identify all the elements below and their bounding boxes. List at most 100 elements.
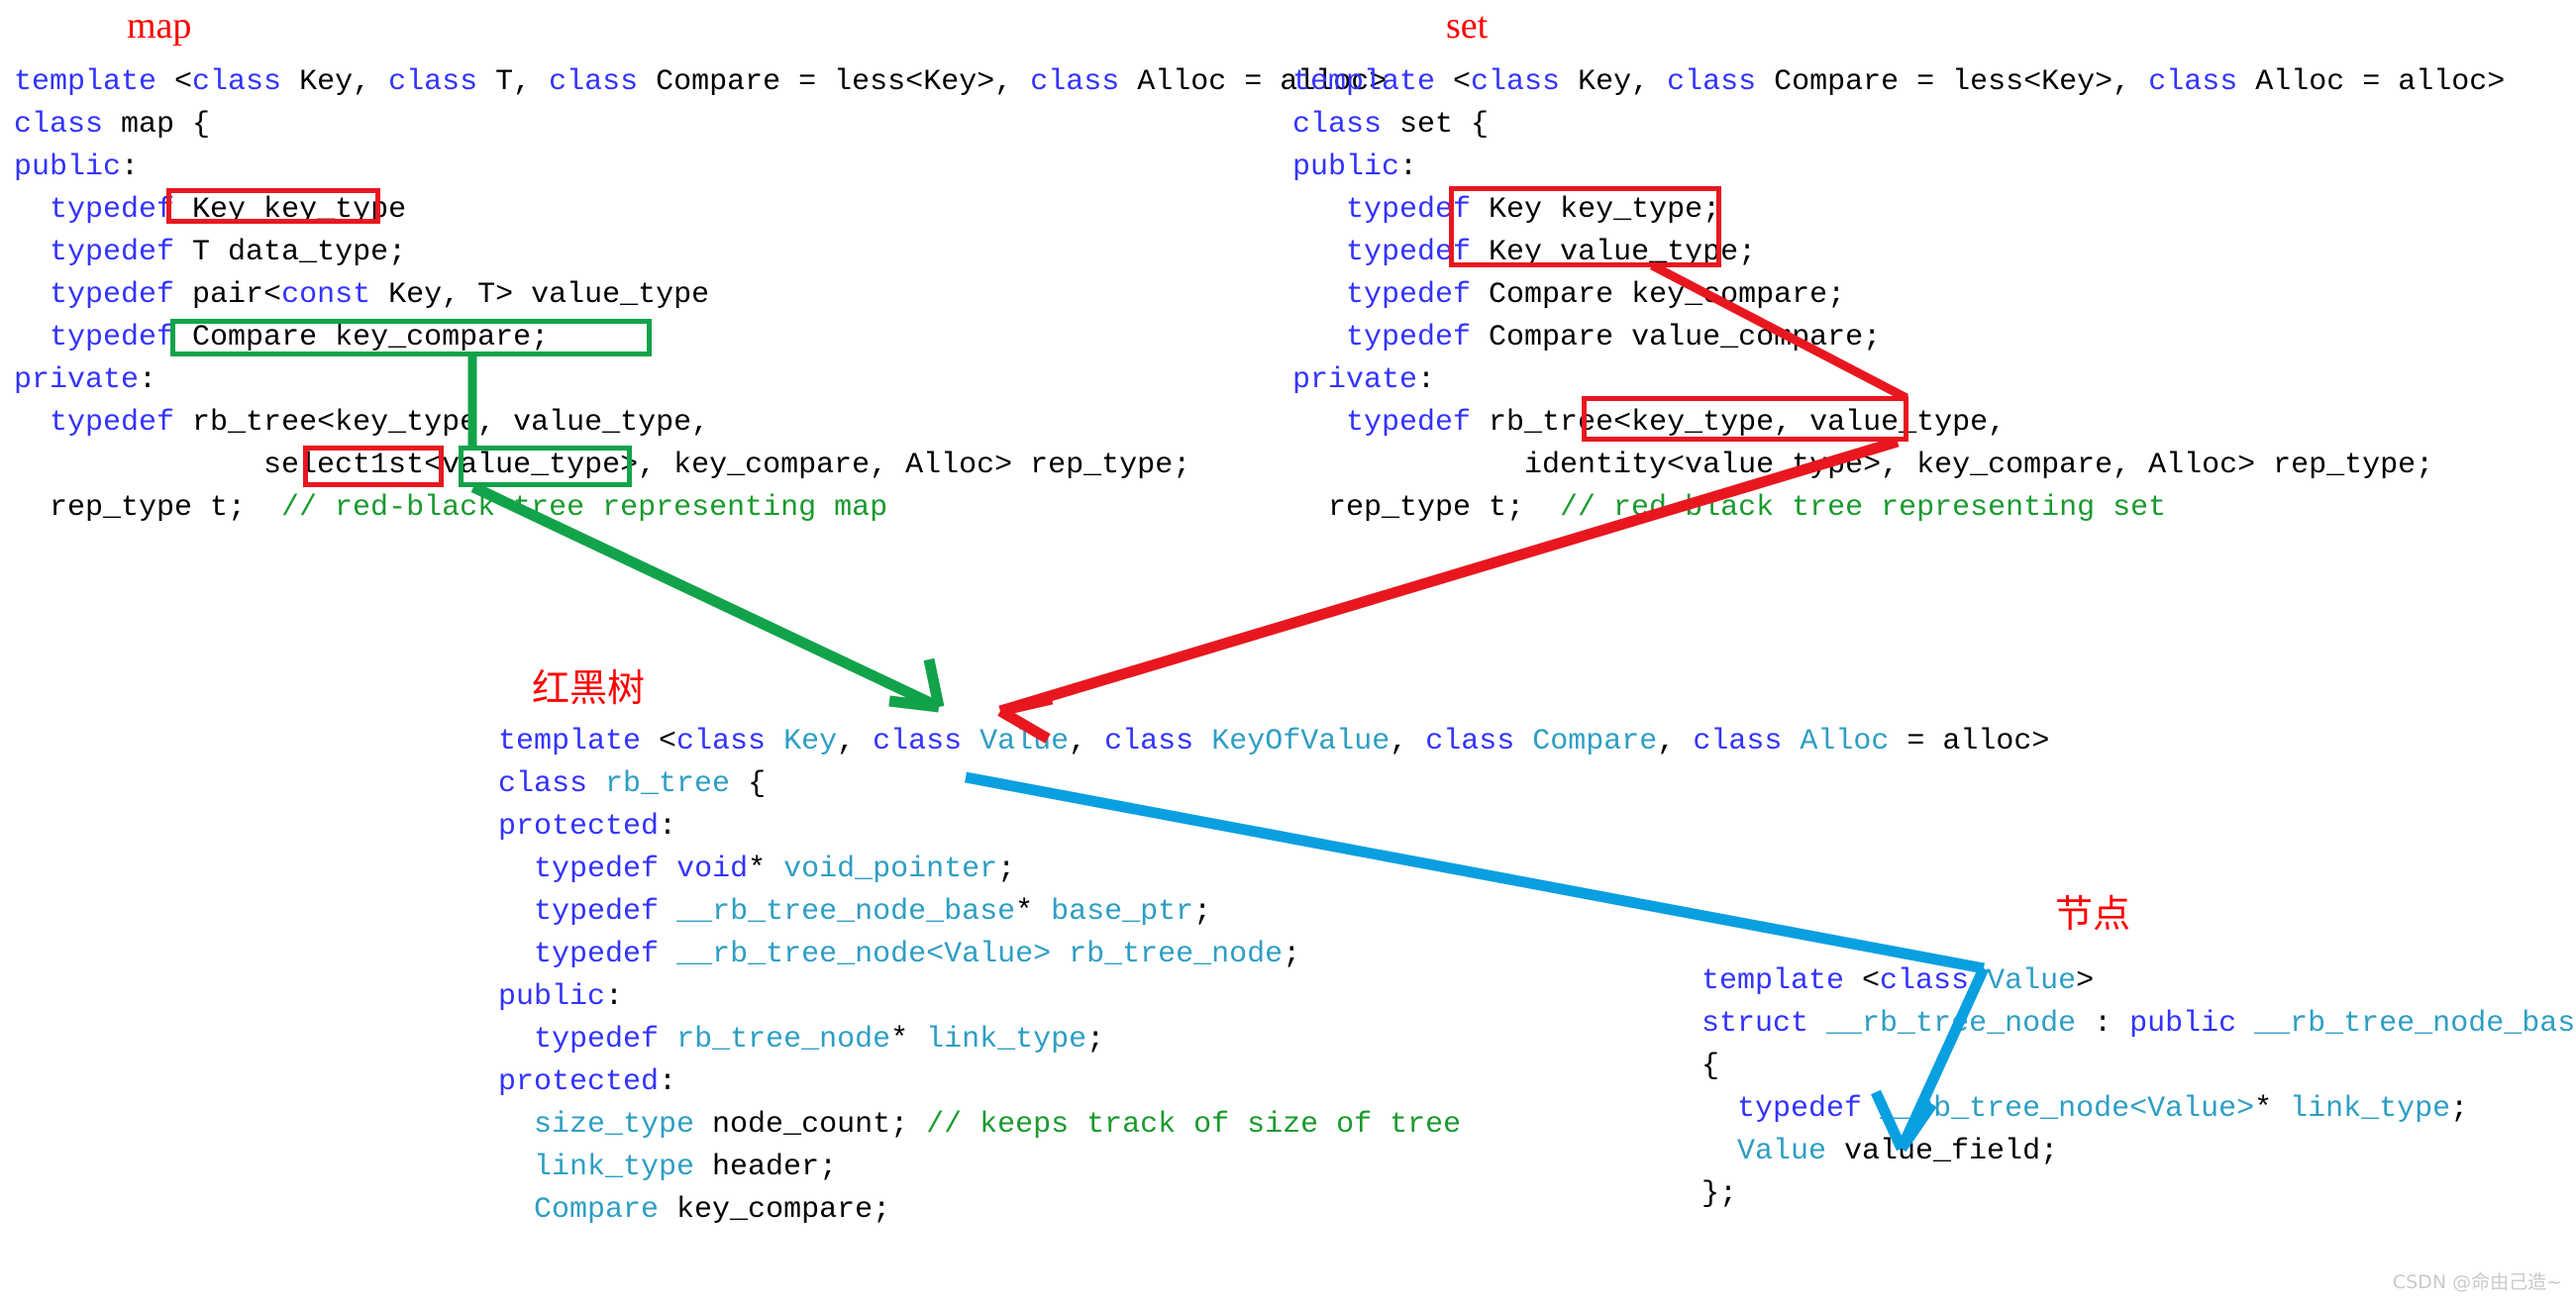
- code-token: Key: [783, 725, 838, 758]
- code-line: template <class Key, class Value, class …: [498, 721, 2049, 763]
- code-line: template <class Key, class T, class Comp…: [14, 61, 1387, 104]
- code-token: typedef: [534, 853, 660, 886]
- code-token: KeyOfValue: [1211, 725, 1391, 758]
- code-token: public: [14, 151, 122, 184]
- code-token: *: [1015, 895, 1052, 929]
- code-token: value_field;: [1826, 1135, 2059, 1168]
- code-token: // keeps track of size of tree: [926, 1108, 1462, 1142]
- code-token: const: [281, 278, 371, 312]
- code-token: :: [659, 810, 677, 844]
- code-token: Compare: [1532, 725, 1658, 758]
- code-token: Compare = less<Key>,: [638, 65, 1031, 99]
- code-line: public:: [1292, 147, 2505, 189]
- code-token: Compare value_compare;: [1471, 321, 1882, 354]
- code-token: __rb_tree_node_base: [676, 895, 1016, 929]
- code-token: Key,: [1560, 65, 1668, 99]
- code-token: ,: [837, 725, 874, 758]
- code-token: <: [174, 65, 193, 99]
- code-line: struct __rb_tree_node : public __rb_tree…: [1701, 1003, 2576, 1046]
- code-token: typedef: [50, 321, 175, 354]
- code-line: class set {: [1292, 104, 2505, 147]
- code-line: protected:: [498, 806, 2049, 849]
- code-token: struct: [1701, 1007, 1809, 1041]
- code-token: public: [2129, 1007, 2237, 1041]
- code-line: public:: [14, 147, 1387, 189]
- code-token: base_ptr: [1051, 895, 1194, 929]
- code-token: {: [1701, 1050, 1720, 1083]
- code-token: class: [873, 725, 963, 758]
- code-line: typedef rb_tree<key_type, value_type,: [14, 402, 1387, 445]
- code-line: typedef Compare key_compare;: [1292, 274, 2505, 317]
- code-token: class: [549, 65, 639, 99]
- code-token: private: [14, 363, 140, 397]
- code-token: pair<: [174, 278, 282, 312]
- code-token: :: [139, 363, 157, 397]
- code-token: rep_type t;: [1292, 491, 1561, 525]
- code-token: private: [1292, 363, 1418, 397]
- code-token: public: [498, 980, 606, 1014]
- code-line: rep_type t; // red-black tree representi…: [1292, 487, 2505, 530]
- code-token: rb_tree<key_type, value_type,: [174, 406, 710, 440]
- diagram-canvas: map set 红黑树 节点 template <class Key, clas…: [0, 0, 2576, 1308]
- code-token: ;: [1193, 895, 1212, 929]
- code-token: ;: [2450, 1092, 2469, 1126]
- code-token: ;: [1283, 938, 1301, 971]
- code-token: {: [730, 767, 767, 801]
- code-token: template: [1292, 65, 1454, 99]
- set-rbtree-types-box: [1582, 396, 1908, 442]
- code-token: typedef: [534, 1023, 660, 1056]
- code-token: typedef: [1346, 321, 1472, 354]
- code-line: };: [1701, 1173, 2576, 1216]
- code-token: class: [1425, 725, 1515, 758]
- code-line: private:: [14, 359, 1387, 402]
- code-token: Value: [1737, 1135, 1827, 1168]
- code-line: template <class Value>: [1701, 960, 2576, 1003]
- code-line: {: [1701, 1046, 2576, 1088]
- code-line: typedef __rb_tree_node_base* base_ptr;: [498, 891, 2049, 934]
- code-token: link_type: [2290, 1092, 2451, 1126]
- code-token: *: [890, 1023, 927, 1056]
- code-token: T data_type;: [174, 236, 407, 269]
- set-code-block: template <class Key, class Compare = les…: [1292, 61, 2505, 530]
- code-token: :: [1399, 151, 1418, 184]
- code-token: __rb_tree_node<Value>: [1880, 1092, 2255, 1126]
- code-line: class rb_tree {: [498, 763, 2049, 806]
- code-token: node_count;: [694, 1108, 927, 1142]
- code-token: = alloc>: [1889, 725, 2050, 758]
- code-token: class: [192, 65, 282, 99]
- node-title: 节点: [2055, 892, 2131, 936]
- code-token: class: [1471, 65, 1561, 99]
- code-token: header;: [694, 1151, 838, 1184]
- code-token: :: [121, 151, 140, 184]
- code-token: Compare: [534, 1193, 660, 1227]
- code-token: size_type: [534, 1108, 695, 1142]
- map-code-block: template <class Key, class T, class Comp…: [14, 61, 1387, 530]
- code-token: *: [2254, 1092, 2291, 1126]
- code-line: typedef __rb_tree_node<Value>* link_type…: [1701, 1088, 2576, 1131]
- code-line: typedef T data_type;: [14, 232, 1387, 274]
- code-line: template <class Key, class Compare = les…: [1292, 61, 2505, 104]
- map-rbtree-value-type-box: [459, 446, 632, 487]
- code-token: class: [388, 65, 478, 99]
- code-line: select1st<value_type>, key_compare, Allo…: [14, 445, 1387, 487]
- code-token: Key, T> value_type: [370, 278, 710, 312]
- code-line: Value value_field;: [1701, 1131, 2576, 1173]
- code-token: __rb_tree_node<Value>: [676, 938, 1052, 971]
- code-token: typedef: [50, 236, 175, 269]
- rbtree-title: 红黑树: [532, 666, 646, 710]
- code-token: class: [1693, 725, 1783, 758]
